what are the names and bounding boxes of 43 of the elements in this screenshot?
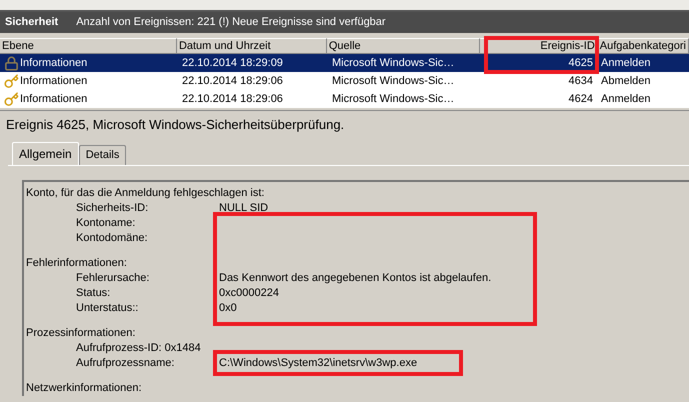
tab[interactable]: Details: [78, 145, 126, 165]
date-cell-text: 22.10.2014 18:29:09: [181, 56, 284, 71]
field-label: Fehlerursache:: [76, 271, 150, 286]
level-cell-text: Informationen: [20, 56, 88, 71]
column-header[interactable]: Quelle: [328, 40, 361, 52]
source-cell-text: Microsoft Windows-Sic…: [331, 74, 456, 89]
source-cell-text: Microsoft Windows-Sic…: [331, 92, 456, 107]
tab[interactable]: Allgemein: [12, 142, 79, 165]
field-value: 0xc0000224: [219, 286, 279, 301]
field-value: 0x0: [219, 301, 237, 316]
log-title: Sicherheit: [5, 15, 58, 30]
date-cell-text: 22.10.2014 18:29:06: [181, 92, 284, 107]
category-cell-text: Anmelden: [600, 92, 652, 107]
field-label: Sicherheits-ID:: [76, 201, 150, 216]
field-label: Status:: [76, 286, 112, 301]
key-icon: [4, 92, 19, 106]
category-cell-text: Abmelden: [600, 74, 652, 89]
section-heading: Konto, für das die Anmeldung fehlgeschlagen ist:: [26, 186, 266, 201]
field-value: C:\Windows\System32\inetsrv\w3wp.exe: [219, 356, 418, 371]
event-count-text: Anzahl von Ereignissen: 221 (!) Neue Ereignisse sind verfügbar: [76, 15, 386, 30]
event-id-cell: 4624: [568, 92, 593, 106]
lock-icon: [4, 56, 19, 70]
field-value: NULL SID: [219, 201, 268, 216]
category-cell-text: Anmelden: [600, 56, 652, 71]
field-label: Kontoname:: [76, 216, 136, 231]
column-header[interactable]: Ebene: [2, 40, 34, 52]
field-label: Unterstatus::: [76, 301, 140, 316]
section-heading: Netzwerkinformationen:: [26, 381, 143, 396]
field-value: Das Kennwort des angegebenen Kontos ist abgelaufen.: [219, 271, 492, 286]
event-row[interactable]: Informationen 22.10.2014 18:29:09 Microsoft Windows-Sic… 4625 Anmelden: [0, 54, 689, 72]
event-id-cell: 4634: [568, 74, 593, 88]
field-label: Kontodomäne:: [76, 231, 149, 246]
event-id-cell: 4625: [568, 56, 593, 70]
level-cell-text: Informationen: [20, 92, 88, 107]
date-cell-text: 22.10.2014 18:29:06: [181, 74, 284, 89]
event-title: Ereignis 4625, Microsoft Windows-Sicherheitsüberprüfung.: [6, 116, 346, 134]
section-heading: Fehlerinformationen:: [26, 256, 128, 271]
section-heading: Prozessinformationen:: [26, 326, 136, 341]
field-line: Aufrufprozess-ID: 0x1484: [76, 341, 201, 356]
source-cell-text: Microsoft Windows-Sic…: [331, 56, 456, 71]
field-label: Aufrufprozessname:: [76, 356, 176, 371]
level-cell-text: Informationen: [20, 74, 88, 89]
key-icon: [4, 74, 19, 88]
